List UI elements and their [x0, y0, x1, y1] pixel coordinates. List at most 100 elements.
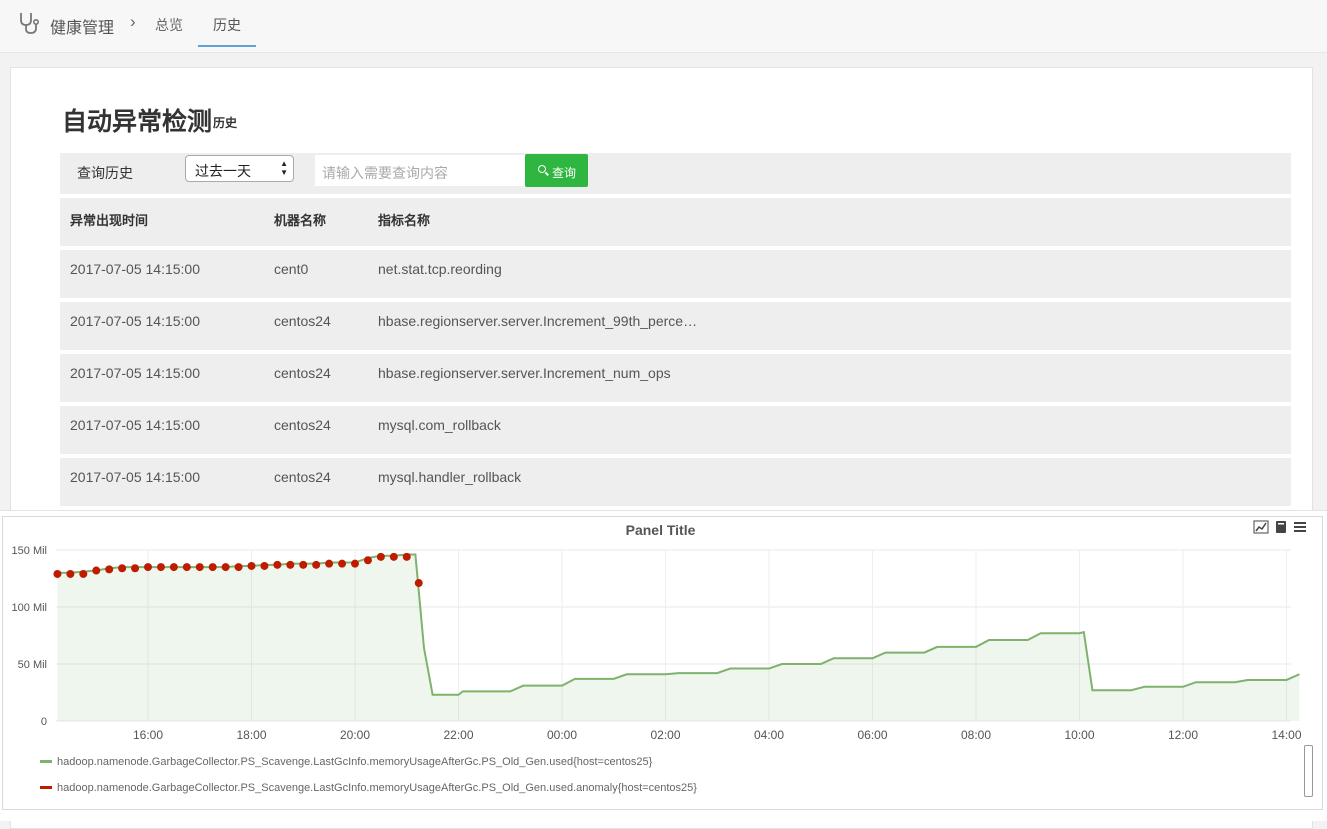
row-metric[interactable]: net.stat.tcp.reording: [378, 261, 502, 277]
anomaly-point: [144, 563, 152, 572]
x-tick-label: 18:00: [236, 728, 266, 742]
column-header-metric[interactable]: 指标名称: [378, 210, 430, 229]
anomaly-point: [325, 559, 334, 568]
anomaly-point: [92, 566, 101, 575]
page-title: 自动异常检测: [62, 108, 213, 136]
anomaly-point: [66, 569, 75, 578]
anomaly-point: [79, 569, 88, 578]
anomaly-point: [286, 560, 295, 569]
x-tick-label: 02:00: [650, 728, 680, 742]
x-tick-label: 08:00: [961, 728, 991, 742]
anomaly-point: [234, 563, 243, 572]
row-host: centos24: [274, 365, 331, 381]
anomaly-point: [195, 563, 204, 572]
anomaly-point: [312, 560, 321, 569]
search-placeholder: 请输入需要查询内容: [322, 165, 448, 181]
row-host: centos24: [274, 469, 331, 485]
search-icon: [538, 165, 546, 173]
x-tick-label: 22:00: [443, 728, 473, 742]
line-chart-icon[interactable]: [1253, 520, 1269, 534]
table-row[interactable]: [60, 406, 1291, 454]
breadcrumb-separator: ›: [130, 12, 136, 31]
query-button-label: 查询: [552, 166, 577, 180]
row-metric[interactable]: hbase.regionserver.server.Increment_99th…: [378, 313, 697, 329]
active-tab-indicator: [198, 45, 256, 47]
x-tick-label: 00:00: [547, 728, 577, 742]
anomaly-point: [338, 559, 347, 568]
anomaly-point: [221, 563, 230, 572]
legend-swatch-red: [40, 785, 52, 789]
search-input[interactable]: 请输入需要查询内容: [315, 155, 527, 186]
anomaly-point: [414, 579, 423, 588]
y-tick-label: 150 Mil: [12, 545, 47, 557]
column-header-time[interactable]: 异常出现时间: [70, 210, 148, 229]
x-tick-label: 06:00: [857, 728, 887, 742]
time-range-select[interactable]: 过去一天 ▲ ▼: [185, 155, 294, 182]
panel-toolbar: [1253, 520, 1306, 534]
row-metric[interactable]: mysql.com_rollback: [378, 417, 501, 433]
row-time: 2017-07-05 14:15:00: [70, 417, 200, 433]
row-time: 2017-07-05 14:15:00: [70, 313, 200, 329]
anomaly-point: [273, 560, 282, 569]
legend-item[interactable]: hadoop.namenode.GarbageCollector.PS_Scav…: [40, 756, 652, 768]
table-header: [60, 198, 1291, 246]
stethoscope-icon: [20, 13, 39, 34]
series-area: [57, 554, 1300, 721]
legend-item[interactable]: hadoop.namenode.GarbageCollector.PS_Scav…: [40, 782, 697, 794]
book-icon[interactable]: [1276, 521, 1286, 533]
time-range-value: 过去一天: [195, 163, 251, 179]
x-tick-label: 12:00: [1168, 728, 1198, 742]
y-tick-label: 0: [41, 716, 47, 728]
row-time: 2017-07-05 14:15:00: [70, 261, 200, 277]
anomaly-point: [208, 563, 217, 572]
row-time: 2017-07-05 14:15:00: [70, 469, 200, 485]
legend-label: hadoop.namenode.GarbageCollector.PS_Scav…: [57, 756, 653, 768]
y-tick-label: 50 Mil: [18, 659, 47, 671]
tab-overview[interactable]: 总览: [155, 15, 183, 35]
row-time: 2017-07-05 14:15:00: [70, 365, 200, 381]
top-nav: 健康管理 › 总览 历史: [0, 0, 1327, 53]
table-row[interactable]: [60, 458, 1291, 506]
x-tick-label: 14:00: [1271, 728, 1301, 742]
anomaly-point: [156, 563, 165, 572]
row-host: centos24: [274, 313, 331, 329]
legend-scrollbar[interactable]: [1304, 745, 1313, 797]
row-metric[interactable]: hbase.regionserver.server.Increment_num_…: [378, 365, 671, 381]
anomaly-point: [118, 564, 127, 573]
anomaly-point: [299, 560, 308, 569]
x-tick-label: 16:00: [133, 728, 163, 742]
legend-label: hadoop.namenode.GarbageCollector.PS_Scav…: [57, 782, 697, 794]
anomaly-point: [105, 565, 114, 574]
page-subtitle: 历史: [213, 116, 238, 130]
anomaly-point: [131, 564, 140, 573]
anomaly-point: [53, 569, 62, 578]
legend-swatch-green: [40, 759, 52, 763]
filter-label: 查询历史: [77, 165, 133, 181]
anomaly-point: [389, 552, 398, 561]
anomaly-point: [363, 556, 372, 565]
app-title: 健康管理: [50, 20, 115, 37]
anomaly-point: [376, 552, 385, 561]
table-row[interactable]: [60, 354, 1291, 402]
row-host: cent0: [274, 261, 309, 277]
anomaly-point: [402, 552, 411, 561]
anomaly-point: [351, 559, 359, 568]
y-tick-label: 100 Mil: [12, 602, 47, 614]
anomaly-point: [182, 563, 191, 572]
row-host: centos24: [274, 417, 331, 433]
x-tick-label: 20:00: [340, 728, 370, 742]
line-chart: 0 50 Mil 100 Mil 150 Mil 16:00 18:00 20:00 22:0…: [12, 545, 1302, 742]
tab-history[interactable]: 历史: [213, 15, 241, 35]
query-button[interactable]: 查询: [525, 154, 588, 187]
x-tick-label: 04:00: [754, 728, 784, 742]
table-row[interactable]: [60, 250, 1291, 298]
updown-arrows-icon: ▲ ▼: [280, 159, 288, 177]
x-tick-label: 10:00: [1064, 728, 1094, 742]
column-header-host[interactable]: 机器名称: [274, 210, 326, 229]
panel-title[interactable]: Panel Title: [0, 522, 1321, 538]
anomaly-point: [260, 561, 269, 570]
anomaly-point: [169, 563, 178, 572]
menu-icon[interactable]: [1294, 522, 1306, 532]
anomaly-point: [247, 561, 256, 570]
row-metric[interactable]: mysql.handler_rollback: [378, 469, 521, 485]
